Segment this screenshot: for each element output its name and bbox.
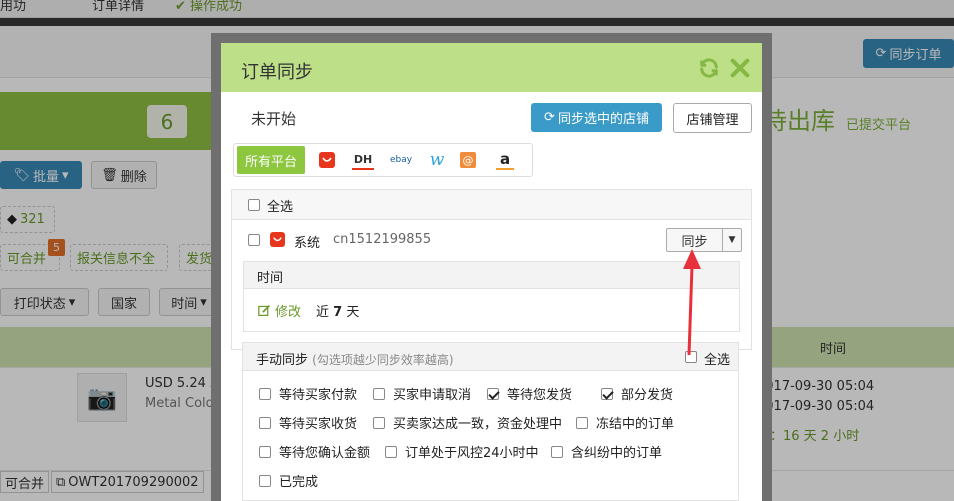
option-checkbox[interactable] bbox=[551, 445, 563, 458]
aliexpress-icon[interactable] bbox=[318, 150, 336, 170]
edit-time-link[interactable]: 修改 bbox=[258, 301, 301, 320]
shop-sync-button-group: 同步 ▼ bbox=[666, 228, 742, 252]
platform-all-tab[interactable]: 所有平台 bbox=[237, 146, 305, 174]
ebay-icon[interactable]: ebay bbox=[389, 150, 413, 170]
option-risk-control[interactable]: 订单处于风控24小时中 bbox=[385, 442, 539, 461]
option-checkbox[interactable] bbox=[373, 387, 385, 400]
wish-icon[interactable]: w bbox=[426, 150, 448, 170]
select-all-checkbox[interactable] bbox=[248, 199, 260, 211]
option-disputes[interactable]: 含纠纷中的订单 bbox=[551, 442, 662, 461]
option-awaiting-payment[interactable]: 等待买家付款 bbox=[259, 384, 357, 403]
time-panel: 时间 修改 近 7 天 bbox=[243, 261, 740, 332]
option-completed[interactable]: 已完成 bbox=[259, 471, 318, 490]
aliexpress-icon bbox=[270, 232, 285, 247]
shop-management-button[interactable]: 店铺管理 bbox=[673, 103, 752, 133]
dialog-title: 订单同步 bbox=[241, 62, 313, 83]
order-sync-dialog: 订单同步 未开始 ⟳ 同步选中的店铺 店铺管理 所有平台 DH ebay w @… bbox=[221, 43, 762, 501]
caret-down-icon[interactable]: ▼ bbox=[723, 229, 741, 251]
option-checkbox[interactable] bbox=[576, 416, 588, 429]
time-title: 时间 bbox=[257, 271, 284, 286]
refresh-icon[interactable] bbox=[698, 57, 720, 79]
option-partial-shipment[interactable]: 部分发货 bbox=[601, 384, 673, 403]
sync-status: 未开始 bbox=[251, 110, 297, 128]
manual-select-all-label: 全选 bbox=[704, 353, 731, 368]
shop-system-label: 系统 bbox=[294, 236, 321, 251]
option-checkbox[interactable] bbox=[601, 387, 613, 400]
shop-row: 系统 cn1512199855 同步 ▼ 时间 修改 近 7 天 bbox=[231, 220, 752, 350]
amazon-icon[interactable]: a bbox=[496, 150, 514, 170]
option-awaiting-shipment[interactable]: 等待您发货 bbox=[487, 384, 572, 403]
close-icon[interactable] bbox=[729, 57, 751, 79]
option-frozen-orders[interactable]: 冻结中的订单 bbox=[576, 413, 674, 432]
option-checkbox[interactable] bbox=[259, 445, 271, 458]
recent-days: 近 7 天 bbox=[316, 305, 360, 320]
manual-sync-title: 手动同步 (勾选项越少同步效率越高) bbox=[256, 353, 454, 368]
sync-selected-shops-button[interactable]: ⟳ 同步选中的店铺 bbox=[531, 103, 662, 132]
manual-sync-header: 手动同步 (勾选项越少同步效率越高) 全选 bbox=[243, 343, 738, 371]
select-all-label: 全选 bbox=[267, 200, 294, 215]
option-checkbox[interactable] bbox=[487, 387, 499, 400]
option-agreement-funds[interactable]: 买卖家达成一致，资金处理中 bbox=[373, 413, 562, 432]
option-checkbox[interactable] bbox=[259, 416, 271, 429]
option-confirm-amount[interactable]: 等待您确认金额 bbox=[259, 442, 370, 461]
option-checkbox[interactable] bbox=[259, 387, 271, 400]
lazada-icon[interactable]: @ bbox=[460, 152, 476, 168]
select-all-row: 全选 bbox=[231, 189, 752, 220]
manual-select-all-checkbox[interactable] bbox=[685, 351, 697, 363]
option-checkbox[interactable] bbox=[385, 445, 397, 458]
edit-icon bbox=[258, 305, 270, 316]
dhgate-icon[interactable]: DH bbox=[352, 150, 374, 170]
platform-filter-bar: 所有平台 DH ebay w @ a bbox=[233, 143, 533, 177]
shop-sync-button[interactable]: 同步 bbox=[667, 229, 723, 251]
option-checkbox[interactable] bbox=[373, 416, 385, 429]
refresh-icon: ⟳ bbox=[544, 110, 555, 125]
option-awaiting-receipt[interactable]: 等待买家收货 bbox=[259, 413, 357, 432]
manual-sync-panel: 手动同步 (勾选项越少同步效率越高) 全选 等待买家付款 买家申请取消 等待您发… bbox=[242, 342, 739, 501]
option-buyer-cancel[interactable]: 买家申请取消 bbox=[373, 384, 471, 403]
shop-checkbox[interactable] bbox=[248, 234, 260, 246]
option-checkbox[interactable] bbox=[259, 474, 271, 487]
time-panel-header: 时间 bbox=[244, 262, 739, 289]
manual-sync-hint: (勾选项越少同步效率越高) bbox=[312, 353, 454, 367]
dialog-header: 订单同步 bbox=[221, 43, 762, 92]
shop-account: cn1512199855 bbox=[333, 232, 432, 247]
